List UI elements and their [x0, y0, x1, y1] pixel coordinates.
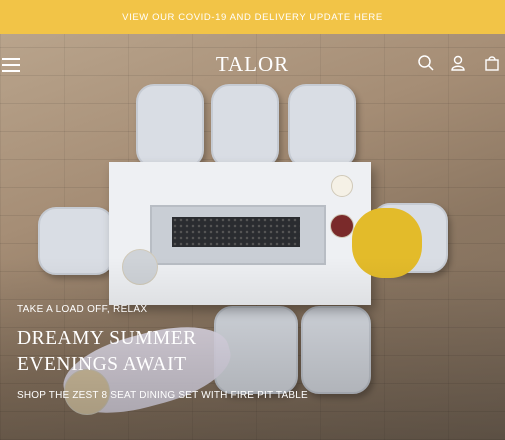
hero-eyebrow: TAKE A LOAD OFF, RELAX — [17, 304, 148, 315]
headline-line: EVENINGS AWAIT — [17, 354, 187, 375]
announcement-banner[interactable]: VIEW OUR COVID-19 AND DELIVERY UPDATE HE… — [0, 0, 505, 34]
announcement-text[interactable]: VIEW OUR COVID-19 AND DELIVERY UPDATE HE… — [122, 12, 383, 23]
hero-headline: DREAMY SUMMER EVENINGS AWAIT — [17, 326, 197, 378]
account-icon[interactable] — [449, 54, 467, 72]
site-header: TALOR — [0, 44, 505, 84]
cart-icon[interactable] — [483, 54, 501, 72]
image-overlay — [0, 34, 505, 440]
search-icon[interactable] — [417, 54, 435, 72]
hero-image — [0, 34, 505, 440]
shop-cta-link[interactable]: SHOP THE ZEST 8 SEAT DINING SET WITH FIR… — [17, 390, 308, 401]
headline-line: DREAMY SUMMER — [17, 328, 197, 349]
